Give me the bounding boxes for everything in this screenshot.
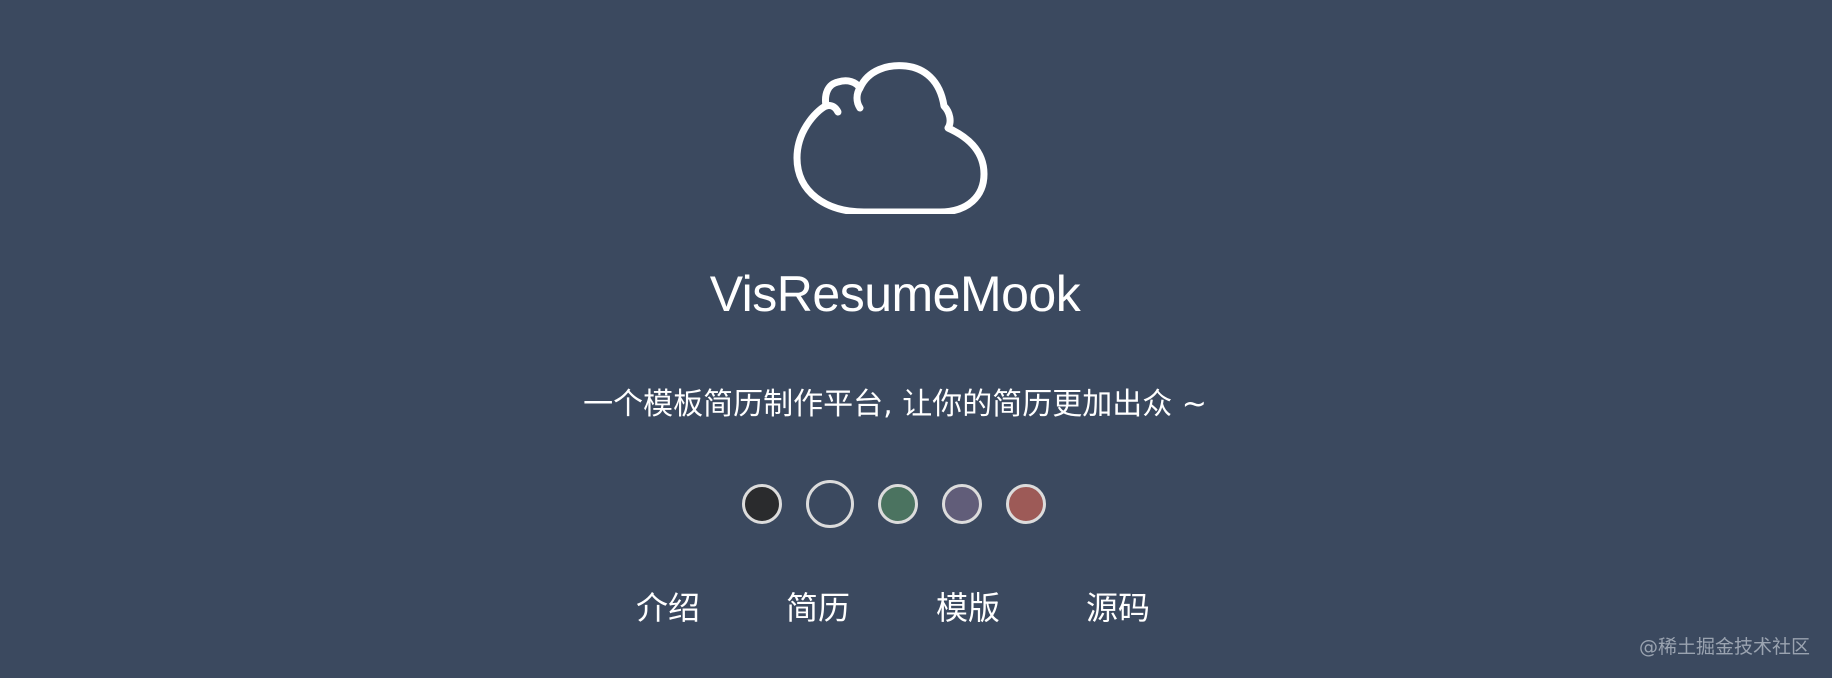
theme-swatch-purple[interactable]: [942, 484, 982, 524]
theme-swatch-black[interactable]: [742, 484, 782, 524]
theme-swatch-green[interactable]: [878, 484, 918, 524]
nav-item-templates[interactable]: 模版: [936, 584, 1000, 632]
bottom-nav: 介绍 简历 模版 源码: [0, 584, 1832, 632]
app-title: VisResumeMook: [709, 266, 1081, 322]
nav-item-resume[interactable]: 简历: [786, 584, 850, 632]
app-subtitle: 一个模板简历制作平台, 让你的简历更加出众 ~: [583, 387, 1207, 422]
theme-swatch-red[interactable]: [1006, 484, 1046, 524]
watermark: @稀土掘金技术社区: [1638, 636, 1810, 658]
nav-item-intro[interactable]: 介绍: [636, 584, 700, 632]
cloud-icon: [793, 62, 988, 216]
cloud-logo: [790, 62, 998, 216]
nav-item-source[interactable]: 源码: [1086, 584, 1150, 632]
home-screen: VisResumeMook 一个模板简历制作平台, 让你的简历更加出众 ~ 介绍…: [0, 0, 1832, 678]
theme-swatches: [740, 480, 1060, 528]
theme-swatch-navy-selected[interactable]: [806, 480, 854, 528]
